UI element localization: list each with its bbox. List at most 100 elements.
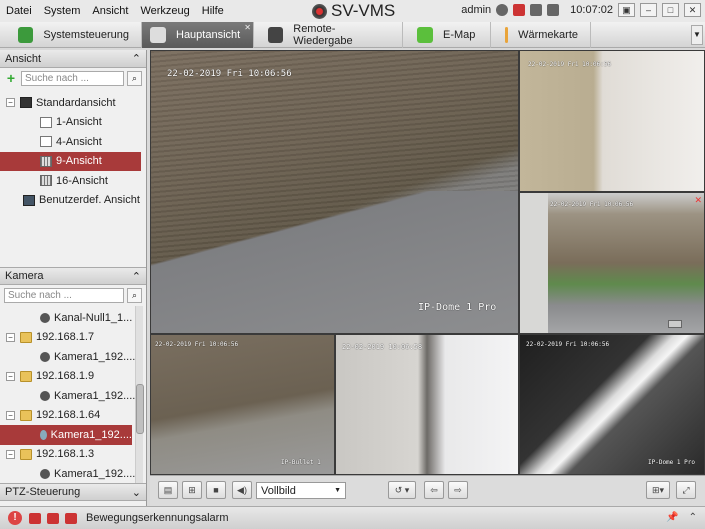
tab-bar: Systemsteuerung Hauptansicht ✕ Remote-Wi… [0,22,705,48]
menu-system[interactable]: System [38,5,87,17]
tree-label: 192.168.1.7 [36,331,95,344]
camera-tree: Kanal-Null1_1... − 192.168.1.7 Kamera1_1… [0,306,146,483]
tile-timestamp: 22-02-2019 Fri 10:06:56 [528,61,612,68]
layout-button[interactable]: ⊞ [182,481,202,499]
rotate-button[interactable]: ↺ ▾ [388,481,416,499]
tab-dropdown-button[interactable]: ▼ [691,25,703,45]
tab-systemsteuerung[interactable]: Systemsteuerung [0,22,142,48]
user-name[interactable]: admin [461,4,491,16]
tree-folder-192-168-1-9[interactable]: − 192.168.1.9 [0,367,146,387]
tree-label: 16-Ansicht [56,174,108,187]
camera-search-input[interactable]: Suche nach ... [4,288,124,303]
alarm-warning-icon[interactable]: ! [8,511,22,525]
lock-button[interactable]: ▣ [618,3,635,17]
display-mode-select[interactable]: Vollbild ▼ [256,482,346,499]
tree-item-9-ansicht[interactable]: 9-Ansicht [0,151,141,171]
menu-werkzeug[interactable]: Werkzeug [134,5,195,17]
close-button[interactable]: ✕ [684,3,701,17]
tree-label: Benutzerdef. Ansicht [39,194,140,207]
tab-close-icon[interactable]: ✕ [244,23,251,32]
tree-label: 192.168.1.3 [36,448,95,461]
minimize-button[interactable]: – [640,3,657,17]
menu-ansicht[interactable]: Ansicht [86,5,134,17]
tree-item-1-ansicht[interactable]: 1-Ansicht [0,113,146,133]
video-tile-bottom-2[interactable]: 22-02-2019 10:06:58 [335,334,519,475]
view-search-input[interactable]: Suche nach ... [21,71,124,86]
fullscreen-button[interactable]: ⤢ [676,481,696,499]
next-button[interactable]: ⇨ [448,481,468,499]
camera-panel-header[interactable]: Kamera ⌃ [0,267,146,285]
menu-hilfe[interactable]: Hilfe [196,5,230,17]
tree-folder-192-168-1-7[interactable]: − 192.168.1.7 [0,328,146,348]
alarm-sound-icon[interactable] [29,512,41,524]
tree-folder-192-168-1-3[interactable]: − 192.168.1.3 [0,445,146,465]
control-panel-icon [18,27,34,43]
collapse-icon[interactable]: ⌃ [132,52,141,65]
collapse-toggle-icon[interactable]: − [6,332,15,342]
app-title: SV-VMS [312,1,395,21]
display-mode-value: Vollbild [261,484,296,497]
tile-timestamp: 22-02-2019 Fri 10:06:56 [550,201,634,208]
tree-item-standardansicht[interactable]: − Standardansicht [0,93,146,113]
video-tile-bottom-1[interactable]: 22-02-2019 Fri 10:06:56 IP-Bullet 1 [150,334,335,475]
cpu-icon[interactable] [547,4,560,16]
maximize-button[interactable]: □ [662,3,679,17]
scrollbar-thumb[interactable] [136,384,144,434]
camera-icon [40,468,50,479]
ptz-panel-header[interactable]: PTZ-Steuerung ⌄ [0,483,146,501]
tab-waermekarte[interactable]: Wärmekarte [491,22,591,48]
camera-tree-scrollbar[interactable] [135,306,144,483]
tile-close-icon[interactable]: ✕ [694,195,702,206]
tree-item-4-ansicht[interactable]: 4-Ansicht [0,132,146,152]
tree-camera-item[interactable]: Kamera1_192.... [0,464,146,484]
tree-camera-item[interactable]: Kamera1_192.... [0,347,146,367]
view-panel-header[interactable]: Ansicht ⌃ [0,50,146,68]
audio-button[interactable]: ◀) [232,481,252,499]
tree-label: Standardansicht [36,96,116,109]
folder-icon [20,448,32,460]
alarm-count-icon[interactable] [513,4,526,16]
search-icon[interactable]: ⌕ [127,71,142,86]
view-tree: − Standardansicht 1-Ansicht 4-Ansicht 9-… [0,89,146,267]
menu-datei[interactable]: Datei [0,5,38,17]
collapse-toggle-icon[interactable]: − [6,371,15,381]
save-view-button[interactable]: ▤ [158,481,178,499]
tab-hauptansicht[interactable]: Hauptansicht ✕ [142,22,254,48]
add-view-button[interactable]: + [4,71,18,86]
video-tile-bottom-3[interactable]: 22-02-2019 Fri 10:06:56 IP-Dome 1 Pro [519,334,705,475]
storage-icon[interactable] [530,4,543,16]
tab-e-map[interactable]: E-Map [403,22,491,48]
tree-item-benutzerdef[interactable]: Benutzerdef. Ansicht [0,191,146,211]
tree-item-16-ansicht[interactable]: 16-Ansicht [0,171,146,191]
grid-icon [40,155,52,167]
video-tile-main[interactable]: 22-02-2019 Fri 10:06:56 IP-Dome 1 Pro [150,50,519,334]
collapse-toggle-icon[interactable]: − [6,449,15,459]
ptz-panel-title: PTZ-Steuerung [5,486,81,498]
pin-icon[interactable]: 📌 [666,512,678,523]
tab-remote-wiedergabe[interactable]: Remote-Wiedergabe [254,22,403,48]
video-tile-middle-right[interactable]: 22-02-2019 Fri 10:06:56 ✕ [519,192,705,334]
tree-camera-item[interactable]: Kamera1_192.... [0,386,146,406]
grid-layout-button[interactable]: ⊞▾ [646,481,670,499]
tile-timestamp: 22-02-2019 Fri 10:06:56 [155,341,239,348]
expand-up-icon[interactable]: ⌃ [689,512,697,523]
tile-toolbar-icon[interactable] [668,320,682,328]
tree-camera-item-selected[interactable]: Kamera1_192.... [0,425,132,445]
tree-label: 4-Ansicht [56,135,102,148]
tree-folder-192-168-1-64[interactable]: − 192.168.1.64 [0,406,146,426]
video-grid: 22-02-2019 Fri 10:06:56 IP-Dome 1 Pro 22… [150,50,705,475]
tree-camera-kanal-null[interactable]: Kanal-Null1_1... [0,308,146,328]
camera-icon [40,312,50,323]
alarm-clear-icon[interactable] [65,512,77,524]
search-icon[interactable]: ⌕ [127,288,142,303]
collapse-toggle-icon[interactable]: − [6,98,15,108]
alarm-mute-icon[interactable] [47,512,59,524]
previous-button[interactable]: ⇦ [424,481,444,499]
globe-icon[interactable] [496,4,509,16]
video-tile-top-right[interactable]: 22-02-2019 Fri 10:06:56 [519,50,705,192]
expand-icon[interactable]: ⌄ [132,486,141,499]
stop-all-button[interactable]: ■ [206,481,226,499]
tree-label: 9-Ansicht [56,155,102,168]
collapse-toggle-icon[interactable]: − [6,410,15,420]
collapse-icon[interactable]: ⌃ [132,270,141,283]
